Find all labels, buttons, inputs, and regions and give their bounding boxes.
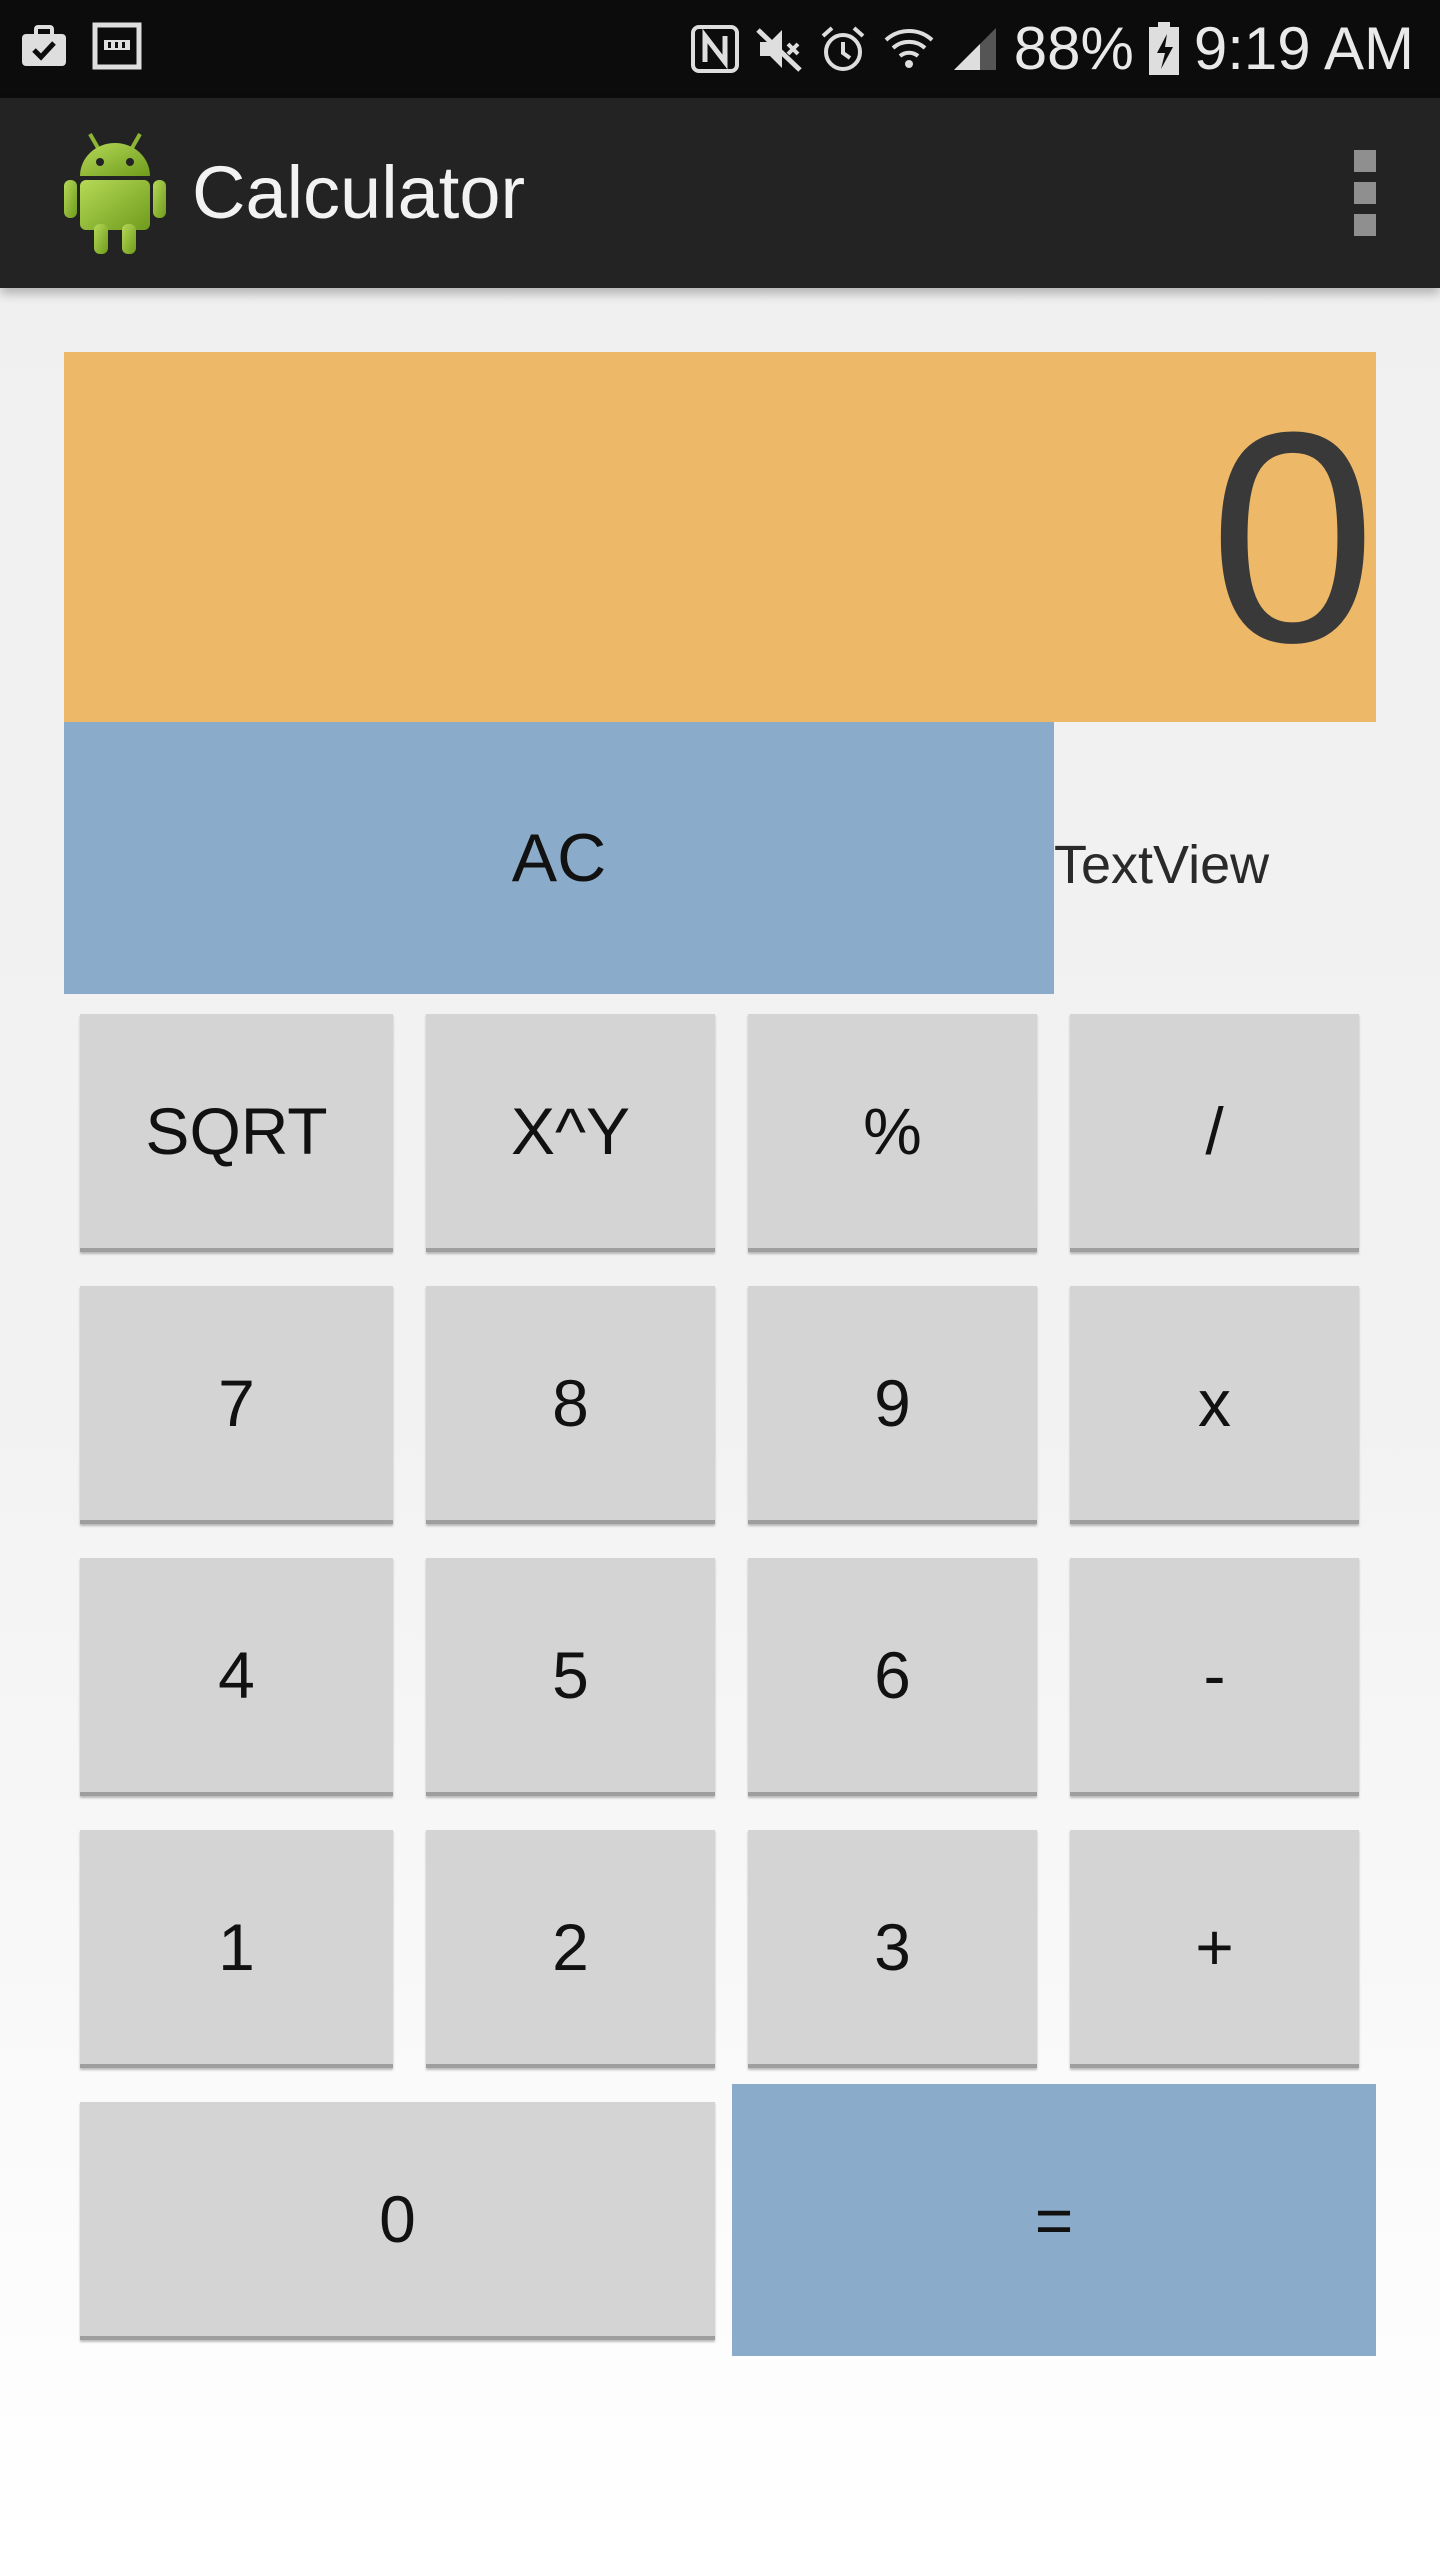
- percent-button[interactable]: %: [748, 1014, 1037, 1252]
- multiply-button[interactable]: x: [1070, 1286, 1359, 1524]
- battery-percentage: 88%: [1013, 15, 1134, 82]
- digit-3-button[interactable]: 3: [748, 1830, 1037, 2068]
- tablet-icon: [92, 22, 142, 70]
- status-left-icons: [20, 22, 142, 70]
- power-button[interactable]: X^Y: [426, 1014, 715, 1252]
- status-bar: 88% 9:19 AM: [0, 0, 1440, 98]
- digit-1-button[interactable]: 1: [80, 1830, 393, 2068]
- digit-9-button[interactable]: 9: [748, 1286, 1037, 1524]
- clear-button[interactable]: AC: [64, 722, 1054, 994]
- nfc-icon: [690, 24, 740, 74]
- digit-7-button[interactable]: 7: [80, 1286, 393, 1524]
- digit-2-button[interactable]: 2: [426, 1830, 715, 2068]
- divide-button[interactable]: /: [1070, 1014, 1359, 1252]
- wifi-icon: [882, 24, 936, 74]
- textview-label: TextView: [1054, 835, 1270, 895]
- briefcase-icon: [20, 24, 68, 68]
- status-right-icons: 88% 9:19 AM: [690, 16, 1414, 82]
- app-bar: Calculator: [0, 98, 1440, 288]
- status-clock: 9:19 AM: [1193, 15, 1414, 82]
- digit-5-button[interactable]: 5: [426, 1558, 715, 1796]
- display-value: 0: [1209, 369, 1376, 705]
- app-title: Calculator: [192, 151, 526, 234]
- digit-0-button[interactable]: 0: [80, 2102, 715, 2340]
- subtract-button[interactable]: -: [1070, 1558, 1359, 1796]
- digit-6-button[interactable]: 6: [748, 1558, 1037, 1796]
- add-button[interactable]: +: [1070, 1830, 1359, 2068]
- battery-charging-icon: [1148, 22, 1180, 76]
- result-display: 0: [64, 352, 1376, 722]
- sqrt-button[interactable]: SQRT: [80, 1014, 393, 1252]
- signal-icon: [950, 24, 1000, 74]
- alarm-icon: [818, 24, 868, 74]
- digit-8-button[interactable]: 8: [426, 1286, 715, 1524]
- overflow-menu-icon[interactable]: [1350, 150, 1380, 236]
- mute-icon: [754, 24, 804, 74]
- equals-button[interactable]: =: [732, 2084, 1376, 2356]
- digit-4-button[interactable]: 4: [80, 1558, 393, 1796]
- android-robot-icon: [60, 128, 170, 258]
